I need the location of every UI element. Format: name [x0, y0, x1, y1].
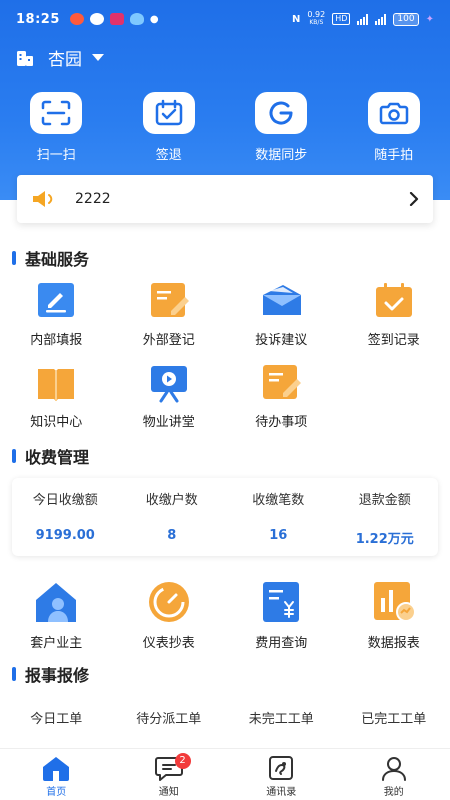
mail-send-icon [263, 285, 302, 315]
weibo-icon [69, 13, 84, 25]
service-property-class[interactable]: 物业讲堂 [113, 363, 226, 445]
section-bar [12, 449, 16, 463]
status-time: 18:25 [16, 11, 60, 27]
quick-action-label: 数据同步 [255, 148, 308, 163]
tab-contacts[interactable]: 通讯录 [225, 749, 338, 800]
speaker-icon [33, 191, 53, 207]
work-order-stats[interactable]: 今日工单 待分派工单 未完工工单 已完工工单 [0, 708, 450, 727]
video-class-icon [150, 366, 187, 403]
home-icon [43, 757, 70, 781]
basic-services-grid: 内部填报 外部登记 投诉建议 签到记录 知识中心 物业讲堂 待办事项 [0, 281, 450, 445]
fee-stat-transactions: 收缴笔数 16 [252, 493, 305, 543]
edit-form-icon [38, 283, 75, 317]
wechat-icon [89, 13, 104, 25]
register-icon [150, 283, 189, 317]
qq-icon [129, 13, 144, 25]
gauge-icon [148, 582, 189, 622]
quick-action-signout[interactable]: 签退 [113, 92, 226, 163]
fee-query[interactable]: 费用查询 [225, 580, 338, 651]
section-bar [12, 667, 16, 681]
location-selector[interactable]: 杏园 [16, 45, 104, 70]
work-order-finished: 已完工工单 [361, 712, 427, 727]
fee-stat-today: 今日收缴额 9199.00 [32, 493, 98, 543]
book-icon [38, 369, 75, 401]
hd-icon: HD [332, 13, 351, 25]
quick-action-label: 签退 [155, 148, 182, 163]
section-bar [12, 251, 16, 265]
network-speed: 0.92 KB/S [307, 10, 326, 27]
app-icon [109, 13, 124, 25]
fee-house-owner[interactable]: 套户业主 [0, 580, 113, 651]
quick-action-label: 扫一扫 [36, 148, 76, 163]
tab-profile[interactable]: 我的 [338, 749, 450, 800]
battery-icon: 100 [393, 12, 419, 26]
service-external-register[interactable]: 外部登记 [113, 281, 226, 363]
work-order-unfinished: 未完工工单 [248, 712, 314, 727]
location-name: 杏园 [48, 50, 82, 70]
quick-action-sync[interactable]: 数据同步 [225, 92, 338, 163]
notice-bar[interactable]: 2222 [17, 175, 433, 223]
fee-data-report[interactable]: 数据报表 [338, 580, 450, 651]
quick-actions: 扫一扫 签退 数据同步 随手拍 [0, 92, 450, 163]
calendar-check-icon [142, 92, 195, 134]
chevron-down-icon [92, 54, 104, 61]
more-notifications-icon: ● [149, 13, 159, 25]
charging-icon: ✦ [425, 13, 434, 25]
bottom-tab-bar: 首页 2 通知 通讯录 我的 [0, 748, 450, 800]
signal-icon-2 [375, 13, 387, 25]
service-complaints[interactable]: 投诉建议 [225, 281, 338, 363]
quick-action-scan[interactable]: 扫一扫 [0, 92, 113, 163]
chevron-right-icon [409, 192, 419, 206]
fee-meter-reading[interactable]: 仪表抄表 [113, 580, 226, 651]
quick-action-label: 随手拍 [374, 148, 414, 163]
report-chart-icon [373, 582, 416, 622]
fee-management-grid: 套户业主 仪表抄表 费用查询 数据报表 [0, 580, 450, 651]
profile-icon [381, 757, 406, 781]
service-todo[interactable]: 待办事项 [225, 363, 338, 445]
sync-icon [255, 92, 308, 134]
tab-home[interactable]: 首页 [0, 749, 113, 800]
notification-badge: 2 [174, 753, 191, 769]
building-icon [17, 50, 33, 66]
nfc-icon: N [292, 13, 301, 25]
fee-stat-refund: 退款金额 1.22万元 [355, 493, 414, 547]
service-internal-report[interactable]: 内部填报 [0, 281, 113, 363]
section-title-repair: 报事报修 [12, 662, 89, 686]
fee-stats-card[interactable]: 今日收缴额 9199.00 收缴户数 8 收缴笔数 16 退款金额 1.22万元 [12, 478, 438, 556]
status-bar: 18:25 ● N 0.92 KB/S HD 100 ✦ [0, 0, 450, 38]
checkin-record-icon [375, 283, 412, 317]
todo-icon [263, 365, 302, 399]
fee-query-icon [263, 582, 300, 622]
service-checkin-records[interactable]: 签到记录 [338, 281, 450, 363]
work-order-today: 今日工单 [30, 712, 83, 727]
fee-stat-households: 收缴户数 8 [145, 493, 198, 543]
service-knowledge-center[interactable]: 知识中心 [0, 363, 113, 445]
scan-icon [30, 92, 83, 134]
tab-notifications[interactable]: 2 通知 [113, 749, 226, 800]
section-title-basic-services: 基础服务 [12, 246, 89, 270]
section-title-fee-management: 收费管理 [12, 444, 89, 468]
notice-text: 2222 [75, 191, 111, 207]
signal-icon [357, 13, 369, 25]
quick-action-snapshot[interactable]: 随手拍 [338, 92, 450, 163]
contacts-icon [269, 756, 294, 780]
house-owner-icon [36, 583, 77, 622]
camera-icon [367, 92, 420, 134]
work-order-pending-assign: 待分派工单 [136, 712, 202, 727]
